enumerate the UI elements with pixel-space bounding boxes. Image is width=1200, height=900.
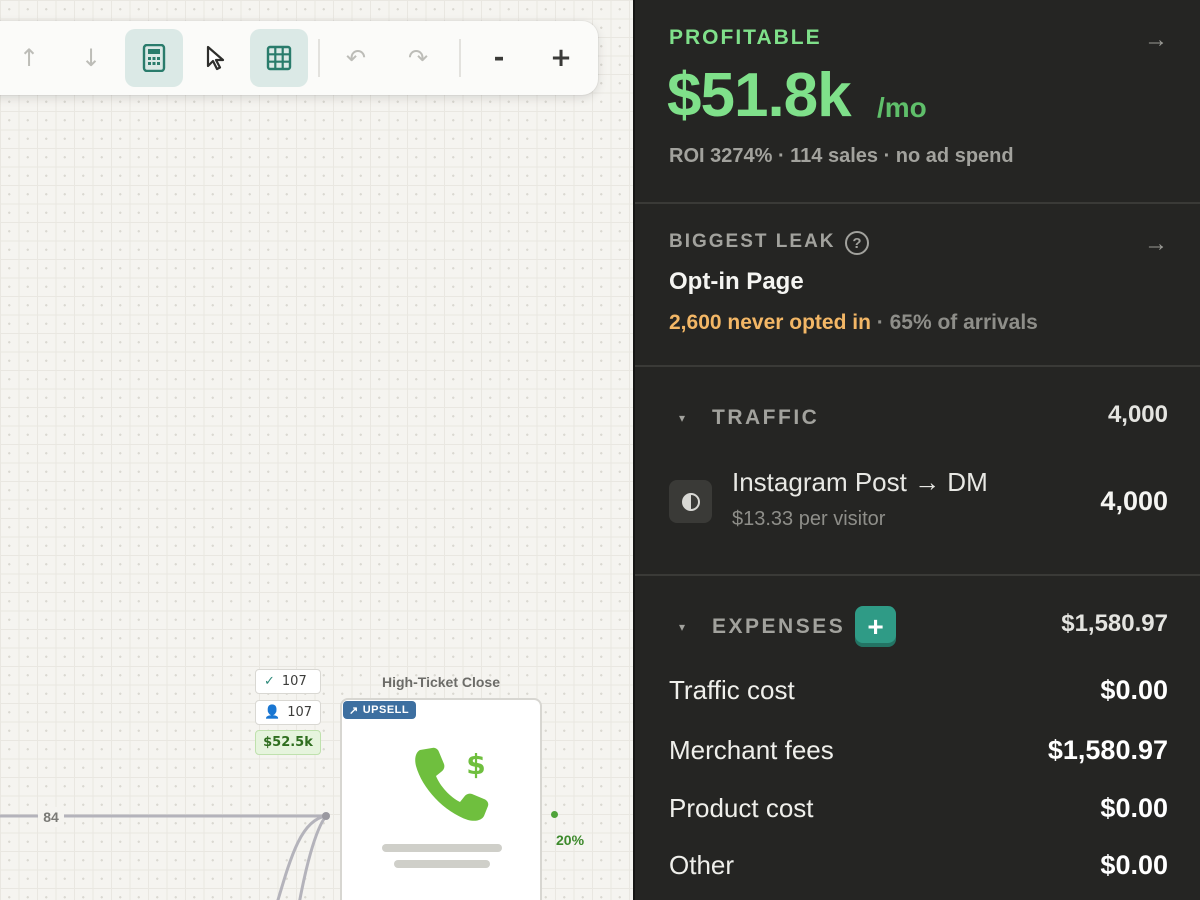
- expense-amount: $0.00: [1100, 675, 1168, 705]
- upsell-badge: ↗ UPSELL: [343, 701, 417, 719]
- checked-count-pill: ✓ 107: [255, 669, 321, 694]
- checked-count: 107: [281, 674, 307, 689]
- conversion-percent: 20%: [556, 832, 585, 848]
- people-count: 107: [287, 705, 313, 720]
- expense-row: Merchant fees $1,580.97: [669, 735, 1168, 766]
- add-expense-button[interactable]: +: [855, 606, 896, 647]
- expense-amount: $0.00: [1100, 850, 1168, 880]
- expense-amount: $0.00: [1100, 793, 1168, 823]
- summary-panel: PROFITABLE → $51.8k /mo ROI 3274% · 114 …: [633, 0, 1200, 900]
- funnel-node-high-ticket-close[interactable]: ↗ UPSELL $: [340, 698, 542, 900]
- expense-name: Merchant fees: [669, 735, 834, 765]
- help-icon[interactable]: ?: [845, 231, 869, 255]
- profit-subtitle: ROI 3274% · 114 sales · no ad spend: [669, 145, 1014, 167]
- expense-row: Product cost $0.00: [669, 793, 1168, 824]
- expenses-caret-icon[interactable]: ▾: [679, 620, 685, 634]
- expenses-section: ▾ EXPENSES + $1,580.97 Traffic cost $0.0…: [635, 576, 1200, 900]
- revenue-pill: $52.5k: [255, 730, 321, 755]
- expense-row: Other $0.00: [669, 850, 1168, 881]
- revenue-value: $52.5k: [263, 735, 313, 750]
- svg-text:$: $: [466, 748, 485, 781]
- expense-name: Product cost: [669, 793, 814, 823]
- leak-arrow-icon[interactable]: →: [1144, 230, 1168, 258]
- profit-section[interactable]: PROFITABLE → $51.8k /mo ROI 3274% · 114 …: [635, 0, 1200, 204]
- leak-label: BIGGEST LEAK: [669, 231, 836, 252]
- leak-detail-rest: · 65% of arrivals: [870, 311, 1038, 334]
- biggest-leak-section[interactable]: BIGGEST LEAK ? → Opt-in Page 2,600 never…: [635, 204, 1200, 367]
- traffic-source-name[interactable]: Instagram Post → DM: [732, 467, 988, 498]
- node-title: High-Ticket Close: [382, 674, 500, 690]
- upsell-badge-label: UPSELL: [362, 704, 410, 716]
- profit-status-label: PROFITABLE: [669, 26, 822, 49]
- expense-name: Other: [669, 850, 735, 880]
- person-icon: 👤: [264, 705, 281, 720]
- traffic-source-cost: $13.33 per visitor: [732, 508, 886, 530]
- edge-line: [298, 815, 328, 900]
- expenses-label[interactable]: EXPENSES: [712, 615, 845, 639]
- traffic-total: 4,000: [1107, 401, 1168, 428]
- half-circle-icon: [669, 480, 712, 523]
- people-count-pill: 👤 107: [255, 700, 321, 725]
- node-placeholder-line: [394, 860, 490, 868]
- leak-name: Opt-in Page: [669, 268, 804, 295]
- traffic-label[interactable]: TRAFFIC: [712, 406, 819, 430]
- profit-arrow-icon[interactable]: →: [1144, 26, 1168, 54]
- node-placeholder-line: [382, 844, 502, 852]
- profit-unit: /mo: [877, 92, 927, 123]
- traffic-source-value: 4,000: [1100, 486, 1168, 516]
- expense-row: Traffic cost $0.00: [669, 675, 1168, 706]
- expense-amount: $1,580.97: [1047, 735, 1168, 765]
- edge-handle: [322, 812, 330, 820]
- expenses-total: $1,580.97: [1061, 610, 1168, 637]
- phone-dollar-icon: $: [415, 747, 489, 821]
- edge-count-label: 84: [38, 807, 64, 827]
- output-handle[interactable]: [551, 811, 558, 818]
- traffic-caret-icon[interactable]: ▾: [679, 411, 685, 425]
- check-icon: ✓: [264, 674, 275, 689]
- funnel-canvas[interactable]: ↑ ↓ ↶ ↷ - + 84 ✓ 107 👤 107 $52.5k High-T…: [0, 0, 633, 900]
- upsell-arrow-icon: ↗: [349, 704, 359, 717]
- expense-name: Traffic cost: [669, 675, 795, 705]
- leak-detail: 2,600 never opted in · 65% of arrivals: [669, 311, 1038, 335]
- traffic-section: ▾ TRAFFIC 4,000 Instagram Post → DM $13.…: [635, 367, 1200, 576]
- leak-highlight: 2,600 never opted in: [669, 311, 871, 334]
- profit-value: $51.8k: [667, 61, 852, 130]
